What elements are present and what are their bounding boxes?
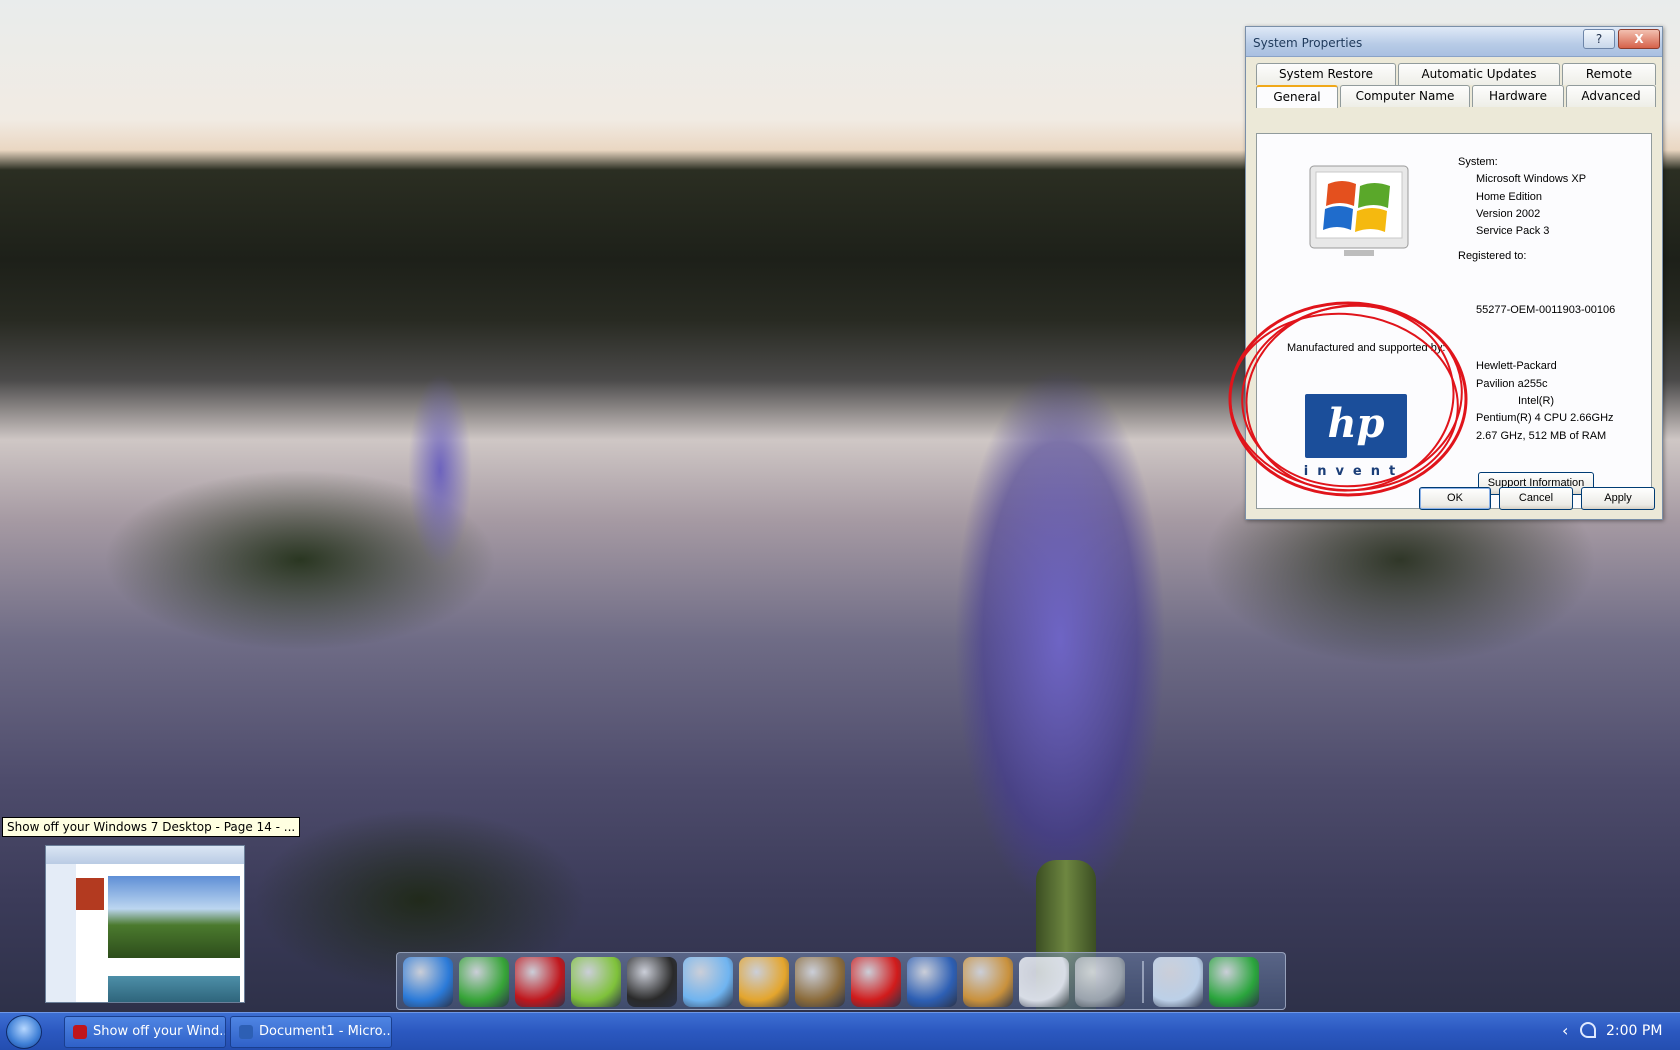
tray-expand-chevron-icon[interactable]: ‹ bbox=[1562, 1021, 1568, 1040]
taskbar-button-label: Document1 - Micro... bbox=[259, 1024, 392, 1039]
checkmark-icon[interactable] bbox=[851, 957, 901, 1007]
manufacturer-name: Hewlett-Packard bbox=[1476, 360, 1557, 372]
calculator-icon[interactable] bbox=[1075, 957, 1125, 1007]
start-button[interactable] bbox=[6, 1015, 42, 1049]
os-version: Version 2002 bbox=[1476, 208, 1541, 220]
title-bar[interactable]: System Properties ? X bbox=[1246, 27, 1662, 57]
os-service-pack: Service Pack 3 bbox=[1476, 225, 1550, 237]
thumbnail-screenshot-image-2 bbox=[108, 976, 240, 1002]
tab-hardware[interactable]: Hardware bbox=[1472, 85, 1564, 107]
apply-button[interactable]: Apply bbox=[1581, 487, 1655, 510]
internet-explorer-icon[interactable] bbox=[403, 957, 453, 1007]
cpu-speed-ram: 2.67 GHz, 512 MB of RAM bbox=[1476, 430, 1607, 442]
window-thumbnail-preview[interactable] bbox=[45, 845, 245, 1003]
my-computer-icon[interactable] bbox=[1153, 957, 1203, 1007]
thumbnail-sidebar bbox=[46, 864, 76, 1002]
tab-remote[interactable]: Remote bbox=[1562, 63, 1656, 85]
ok-button[interactable]: OK bbox=[1419, 487, 1491, 510]
taskbar-button-browser[interactable]: Show off your Wind... bbox=[64, 1016, 226, 1048]
hp-logo-text: hp bbox=[1327, 400, 1385, 447]
taskbar-button-word[interactable]: Document1 - Micro... bbox=[230, 1016, 392, 1048]
window-title: System Properties bbox=[1253, 36, 1363, 50]
system-label: System: bbox=[1458, 156, 1498, 168]
toolbox-icon[interactable] bbox=[795, 957, 845, 1007]
taskbar-tooltip: Show off your Windows 7 Desktop - Page 1… bbox=[2, 817, 301, 837]
picasa-icon[interactable] bbox=[739, 957, 789, 1007]
general-tab-panel: System: Microsoft Windows XP Home Editio… bbox=[1256, 133, 1652, 509]
hp-tagline: invent bbox=[1303, 464, 1405, 479]
dock-separator bbox=[1142, 961, 1144, 1003]
help-button[interactable]: ? bbox=[1583, 29, 1615, 49]
tab-general[interactable]: General bbox=[1256, 85, 1338, 108]
registered-label: Registered to: bbox=[1458, 250, 1527, 262]
tab-system-restore[interactable]: System Restore bbox=[1256, 63, 1396, 85]
cpu-model: Pentium(R) 4 CPU 2.66GHz bbox=[1476, 412, 1614, 424]
tab-automatic-updates[interactable]: Automatic Updates bbox=[1398, 63, 1560, 85]
thumbnail-avatar bbox=[76, 878, 104, 910]
close-button[interactable]: X bbox=[1618, 29, 1660, 49]
tab-advanced[interactable]: Advanced bbox=[1566, 85, 1656, 107]
windows-logo-icon bbox=[1309, 165, 1409, 256]
product-id: 55277-OEM-0011903-00106 bbox=[1476, 304, 1616, 316]
thumbnail-screenshot-image bbox=[108, 876, 240, 958]
system-properties-window: System Properties ? X System Restore Aut… bbox=[1245, 26, 1663, 520]
word-icon[interactable] bbox=[907, 957, 957, 1007]
itunes-icon[interactable] bbox=[683, 957, 733, 1007]
paint-icon[interactable] bbox=[963, 957, 1013, 1007]
steam-icon[interactable] bbox=[627, 957, 677, 1007]
network-tray-icon[interactable] bbox=[1580, 1022, 1596, 1038]
os-name: Microsoft Windows XP bbox=[1476, 173, 1587, 185]
messenger-icon[interactable] bbox=[459, 957, 509, 1007]
manufacturer-logo-area: Manufactured and supported by: hp invent bbox=[1287, 342, 1455, 484]
model-name: Pavilion a255c bbox=[1476, 378, 1548, 390]
opera-icon[interactable] bbox=[515, 957, 565, 1007]
cancel-button[interactable]: Cancel bbox=[1499, 487, 1573, 510]
thumbnail-toolbar bbox=[46, 846, 244, 864]
green-bird-icon[interactable] bbox=[571, 957, 621, 1007]
taskbar: Show off your Wind... Document1 - Micro.… bbox=[0, 1012, 1680, 1050]
opera-icon bbox=[73, 1025, 87, 1039]
hp-logo-icon: hp bbox=[1305, 394, 1407, 458]
recycle-bin-icon[interactable] bbox=[1209, 957, 1259, 1007]
manufacturer-label: Manufactured and supported by: bbox=[1287, 342, 1446, 354]
cpu-brand: Intel(R) bbox=[1518, 395, 1555, 407]
dock-bar bbox=[396, 952, 1286, 1010]
taskbar-button-label: Show off your Wind... bbox=[93, 1024, 226, 1039]
os-edition: Home Edition bbox=[1476, 191, 1543, 203]
clock[interactable]: 2:00 PM bbox=[1606, 1023, 1662, 1039]
tab-computer-name[interactable]: Computer Name bbox=[1340, 85, 1470, 107]
notepad-icon[interactable] bbox=[1019, 957, 1069, 1007]
word-icon bbox=[239, 1025, 253, 1039]
